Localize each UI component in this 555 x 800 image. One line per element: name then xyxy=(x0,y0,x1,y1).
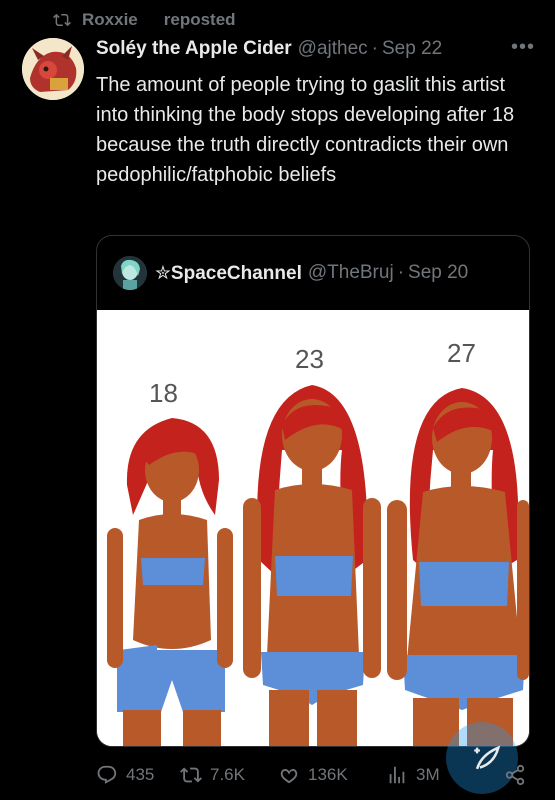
tweet-actions: 435 7.6K 136K 3M xyxy=(96,760,545,790)
repost-user[interactable]: Roxxie xyxy=(82,10,138,30)
separator-dot: · xyxy=(371,38,378,59)
tweet-date[interactable]: Sep 22 xyxy=(382,38,442,60)
repost-label: reposted xyxy=(163,10,236,29)
author-handle[interactable]: @ajthec xyxy=(298,38,368,60)
repost-count: 7.6K xyxy=(210,765,245,784)
reply-count: 435 xyxy=(126,765,155,784)
more-options-icon[interactable]: ••• xyxy=(511,36,535,59)
age-label-23: 23 xyxy=(295,344,324,374)
quoted-tweet[interactable]: ✮SpaceChannel @TheBruj · Sep 20 18 23 27 xyxy=(96,235,530,747)
views-chart-icon xyxy=(389,766,405,784)
age-label-18: 18 xyxy=(149,378,178,408)
age-label-27: 27 xyxy=(447,338,476,368)
author-avatar[interactable] xyxy=(22,38,84,100)
quoted-author-avatar[interactable] xyxy=(113,256,147,290)
share-button[interactable] xyxy=(504,764,534,786)
repost-button[interactable]: 7.6K xyxy=(180,764,245,786)
repost-icon xyxy=(53,13,71,27)
quoted-image[interactable]: 18 23 27 xyxy=(97,310,529,746)
repost-indicator: Roxxie reposted xyxy=(52,10,236,30)
author-name[interactable]: Soléy the Apple Cider xyxy=(96,38,292,60)
quoted-author-name[interactable]: ✮SpaceChannel xyxy=(155,262,302,285)
tweet-header: Soléy the Apple Cider @ajthec · Sep 22 •… xyxy=(96,36,535,60)
like-count: 136K xyxy=(308,765,348,784)
repost-icon xyxy=(180,767,202,783)
like-button[interactable]: 136K xyxy=(278,764,348,786)
share-icon xyxy=(505,764,525,786)
reply-icon xyxy=(97,765,117,784)
quoted-tweet-header: ✮SpaceChannel @TheBruj · Sep 20 xyxy=(97,236,529,310)
views-button[interactable]: 3M xyxy=(386,764,440,786)
quoted-author-handle[interactable]: @TheBruj xyxy=(308,262,394,284)
quoted-tweet-date[interactable]: Sep 20 xyxy=(408,262,468,284)
separator-dot: · xyxy=(397,262,405,283)
heart-icon xyxy=(280,769,298,784)
reply-button[interactable]: 435 xyxy=(96,764,154,786)
view-count: 3M xyxy=(416,765,440,784)
tweet-text: The amount of people trying to gaslit th… xyxy=(96,74,515,186)
